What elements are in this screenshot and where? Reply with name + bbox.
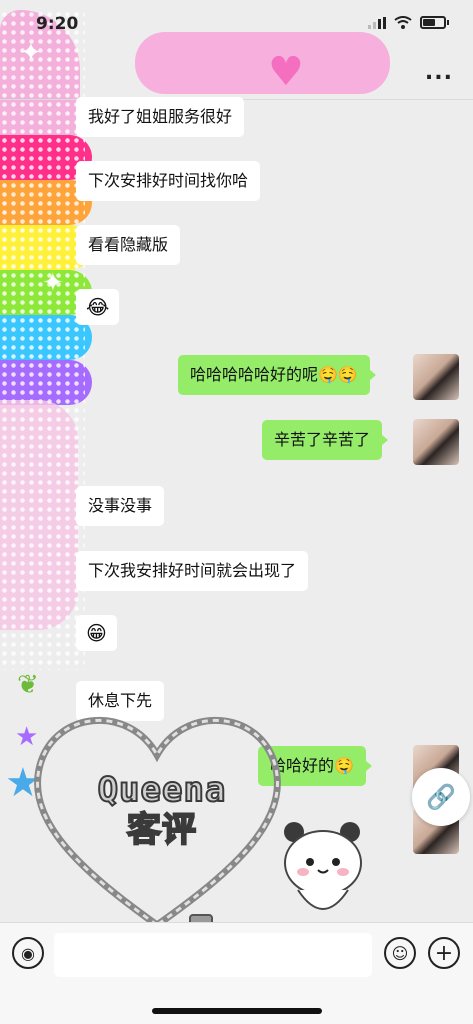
smiley-icon: ☺ xyxy=(391,943,409,963)
home-indicator xyxy=(152,1008,322,1014)
battery-icon xyxy=(420,16,446,29)
watermark-line-2: 客评 xyxy=(126,809,197,851)
voice-button[interactable]: ◉ xyxy=(12,937,44,969)
message-bubble-incoming[interactable]: 😁 xyxy=(76,615,117,651)
message-input[interactable] xyxy=(54,933,372,977)
message-bubble-outgoing[interactable]: 哈哈哈哈哈好的呢🤤🤤 xyxy=(178,355,376,395)
link-icon: 🔗 xyxy=(426,783,456,811)
pixel-dot-overlay xyxy=(0,10,85,670)
plus-button[interactable]: + xyxy=(428,937,460,969)
message-bubble-incoming[interactable]: 下次安排好时间找你哈 xyxy=(76,161,261,201)
message-bubble-incoming[interactable]: 看看隐藏版 xyxy=(76,225,181,265)
avatar[interactable] xyxy=(413,419,459,465)
wifi-icon xyxy=(394,16,412,29)
message-bubble-outgoing[interactable]: 辛苦了辛苦了 xyxy=(262,420,389,460)
message-bubble-incoming[interactable]: 我好了姐姐服务很好 xyxy=(76,97,245,137)
message-bubble-incoming[interactable]: 😂 xyxy=(76,289,120,325)
sparkle-icon: ✦ xyxy=(42,268,64,298)
watermark-line-1: Queena xyxy=(97,769,227,811)
cellular-signal-icon xyxy=(368,16,386,29)
emoji-button[interactable]: ☺ xyxy=(384,937,416,969)
chat-nav-bar: ... xyxy=(0,48,473,100)
status-icons xyxy=(368,16,449,29)
status-bar: 9:20 xyxy=(0,0,473,48)
plus-icon: + xyxy=(434,940,454,966)
watermark-text: Queena 客评 xyxy=(52,769,272,851)
voice-icon: ◉ xyxy=(21,943,35,963)
more-button[interactable]: ... xyxy=(425,60,453,85)
message-bubble-incoming[interactable]: 下次我安排好时间就会出现了 xyxy=(76,551,309,591)
link-button[interactable]: 🔗 xyxy=(412,768,470,826)
panda-sticker-icon xyxy=(284,822,362,910)
status-time: 9:20 xyxy=(36,14,79,34)
message-bubble-incoming[interactable]: 没事没事 xyxy=(76,486,165,526)
avatar[interactable] xyxy=(413,354,459,400)
